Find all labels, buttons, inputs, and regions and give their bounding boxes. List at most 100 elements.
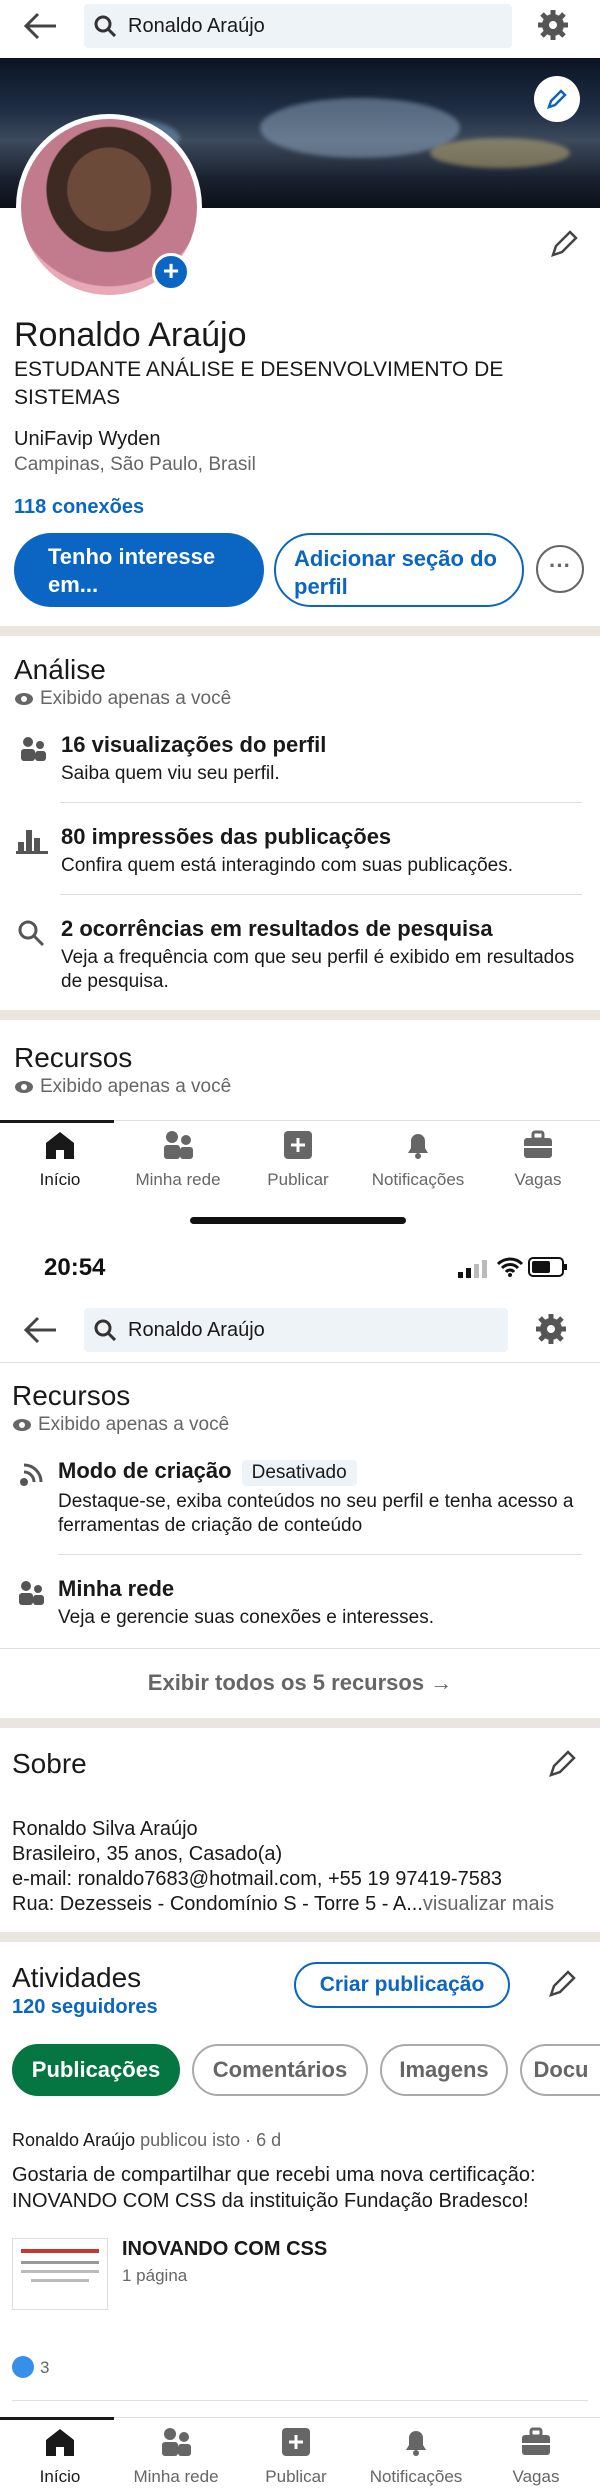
connections-link[interactable]: 118 conexões: [14, 496, 144, 519]
interest-button[interactable]: Tenho interesse em...: [14, 533, 264, 607]
search-input[interactable]: Ronaldo Araújo: [84, 4, 512, 48]
show-all-resources-link[interactable]: Exibir todos os 5 recursos →: [0, 1670, 600, 1696]
people-icon: [21, 737, 46, 761]
divider: [0, 626, 600, 636]
post-meta: Ronaldo Araújo publicou isto · 6 d: [12, 2130, 282, 2150]
about-text: Ronaldo Silva Araújo Brasileiro, 35 anos…: [12, 1818, 555, 1915]
analytics-private-note: Exibido apenas a você: [14, 688, 231, 710]
divider: [0, 1932, 600, 1942]
activity-title: Atividades: [12, 1962, 142, 1993]
profile-headline: ESTUDANTE ANÁLISE E DESENVOLVIMENTO DE S…: [14, 358, 504, 409]
status-time: 20:54: [44, 1254, 106, 1281]
nav-jobs[interactable]: Vagas: [476, 2418, 596, 2487]
pencil-icon: [547, 89, 567, 109]
item-title: Modo de criação Desativado: [58, 1458, 357, 1486]
people-icon: [162, 2428, 191, 2456]
people-icon: [164, 1131, 193, 1159]
more-options-button[interactable]: ···: [536, 545, 584, 593]
signal-icon: [458, 1260, 487, 1278]
document-pages: 1 página: [122, 2266, 188, 2285]
nav-network[interactable]: Minha rede: [118, 1121, 238, 1190]
nav-home[interactable]: Início: [0, 1120, 120, 1190]
battery-icon: [528, 1257, 567, 1277]
briefcase-icon: [522, 2427, 550, 2455]
profile-location: Campinas, São Paulo, Brasil: [14, 454, 256, 475]
back-arrow-icon[interactable]: [22, 10, 58, 42]
followers-link[interactable]: 120 seguidores: [12, 1996, 158, 2019]
status-icons: [456, 1256, 568, 1278]
bell-icon: [408, 1134, 428, 1159]
separator: [0, 1362, 600, 1363]
create-post-button[interactable]: Criar publicação: [294, 1962, 510, 2008]
item-title: Minha rede: [58, 1576, 175, 1601]
tab-posts[interactable]: Publicações: [12, 2044, 180, 2096]
plus-square-icon: [282, 2428, 310, 2456]
plus-square-icon: [284, 1131, 312, 1159]
bell-icon: [406, 2431, 426, 2456]
people-icon: [19, 1581, 44, 1605]
bottom-navigation: Início Minha rede Publicar Notificações …: [0, 1120, 600, 1194]
nav-post[interactable]: Publicar: [238, 1121, 358, 1190]
item-subtitle: Saiba quem viu seu perfil.: [61, 763, 280, 784]
add-photo-button[interactable]: +: [152, 253, 190, 291]
bar-chart-icon: [16, 830, 48, 854]
nav-notifications[interactable]: Notificações: [356, 2418, 476, 2487]
nav-notifications[interactable]: Notificações: [358, 1121, 478, 1190]
profile-education: UniFavip Wyden: [14, 428, 161, 450]
status-badge: Desativado: [241, 1460, 357, 1486]
like-count[interactable]: 3: [40, 2358, 49, 2378]
item-title: 16 visualizações do perfil: [61, 732, 327, 757]
divider: [0, 1718, 600, 1728]
home-indicator: [190, 1217, 406, 1224]
item-subtitle: Confira quem está interagindo com suas p…: [61, 855, 514, 876]
eye-icon: [13, 1419, 31, 1431]
home-icon: [46, 1132, 74, 1159]
item-subtitle: Veja e gerencie suas conexões e interess…: [58, 1607, 435, 1628]
separator: [12, 2400, 588, 2401]
resources-title: Recursos: [14, 1042, 133, 1073]
add-section-button[interactable]: Adicionar seção do perfil: [274, 533, 524, 607]
home-icon: [46, 2429, 74, 2456]
back-arrow-icon[interactable]: [22, 1314, 58, 1346]
nav-jobs[interactable]: Vagas: [478, 1121, 598, 1190]
document-title[interactable]: INOVANDO COM CSS: [122, 2238, 327, 2261]
top-bar-2: Ronaldo Araújo: [0, 1304, 600, 1356]
see-more-link[interactable]: visualizar mais: [423, 1893, 554, 1915]
separator: [0, 1648, 600, 1649]
analytics-title: Análise: [14, 654, 106, 685]
search-icon: [94, 15, 116, 37]
gear-icon[interactable]: [536, 8, 570, 42]
item-title: 2 ocorrências em resultados de pesquisa: [61, 916, 493, 941]
profile-name: Ronaldo Araújo: [14, 316, 247, 354]
item-subtitle: Veja a frequência com que seu perfil é e…: [61, 947, 575, 992]
tab-documents[interactable]: Docu: [520, 2044, 600, 2096]
resources-private-note: Exibido apenas a você: [14, 1076, 231, 1098]
search-icon: [94, 1319, 116, 1341]
tab-comments[interactable]: Comentários: [192, 2044, 368, 2096]
tab-images[interactable]: Imagens: [380, 2044, 508, 2096]
search-icon: [18, 920, 45, 947]
search-input[interactable]: Ronaldo Araújo: [84, 1308, 508, 1352]
nav-home[interactable]: Início: [0, 2417, 120, 2487]
edit-activity-pencil-icon[interactable]: [546, 1968, 578, 2000]
briefcase-icon: [524, 1130, 552, 1158]
nav-network[interactable]: Minha rede: [116, 2418, 236, 2487]
resources-title: Recursos: [12, 1380, 131, 1411]
about-title: Sobre: [12, 1748, 87, 1779]
document-thumbnail[interactable]: [12, 2238, 108, 2310]
edit-banner-button[interactable]: [534, 76, 580, 122]
separator: [58, 1554, 582, 1555]
item-subtitle: Destaque-se, exiba conteúdos no seu perf…: [58, 1491, 574, 1536]
edit-intro-pencil-icon[interactable]: [548, 228, 580, 260]
broadcast-icon: [20, 1463, 43, 1486]
wifi-icon: [496, 1257, 524, 1277]
search-query: Ronaldo Araújo: [128, 14, 265, 37]
divider: [0, 1010, 600, 1020]
top-bar: Ronaldo Araújo: [0, 0, 600, 52]
edit-about-pencil-icon[interactable]: [546, 1748, 578, 1780]
post-text[interactable]: Gostaria de compartilhar que recebi uma …: [12, 2162, 592, 2214]
eye-icon: [15, 693, 33, 705]
item-title: 80 impressões das publicações: [61, 824, 392, 849]
gear-icon[interactable]: [534, 1312, 568, 1346]
nav-post[interactable]: Publicar: [236, 2418, 356, 2487]
